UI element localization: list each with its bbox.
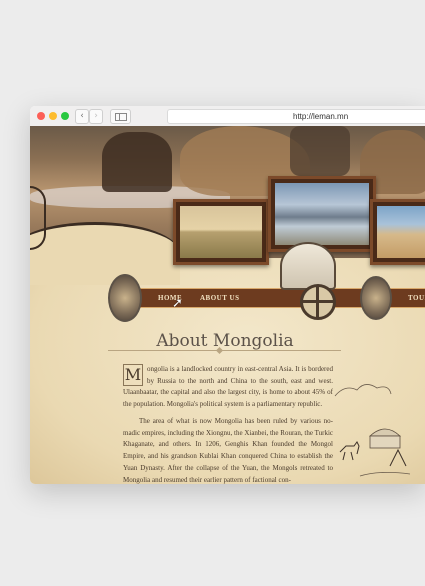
photo-frame-desert[interactable] bbox=[370, 199, 425, 265]
minimize-window-button[interactable] bbox=[49, 112, 57, 120]
url-text: http://leman.mn bbox=[293, 112, 349, 121]
yurt-logo-icon[interactable] bbox=[280, 242, 336, 290]
website-viewport: HOME ABOUT US TOUR ➚ About Mongolia M on… bbox=[30, 126, 425, 484]
sidebar-toggle-icon[interactable] bbox=[110, 109, 131, 124]
nav-left-ornament bbox=[108, 274, 142, 322]
drop-cap: M bbox=[123, 364, 143, 386]
article-paragraph-1: M ongolia is a landlocked country in eas… bbox=[123, 364, 333, 411]
title-divider bbox=[108, 350, 341, 351]
dharma-wheel-icon bbox=[300, 284, 336, 320]
photo-frame-yurts[interactable] bbox=[173, 199, 269, 265]
yurt-landscape-image bbox=[180, 206, 262, 258]
pointer-cursor-icon: ➚ bbox=[172, 296, 183, 311]
desert-landscape-image bbox=[377, 206, 425, 258]
forward-icon[interactable]: › bbox=[89, 109, 103, 124]
back-icon[interactable]: ‹ bbox=[75, 109, 89, 124]
nav-right-ornament bbox=[360, 276, 392, 320]
paragraph-1-text: ongolia is a landlocked country in east-… bbox=[123, 365, 333, 409]
banner-scroll-ornament bbox=[30, 186, 46, 250]
hero-people bbox=[290, 126, 350, 176]
page-title: About Mongolia bbox=[156, 331, 294, 351]
mountain-landscape-image bbox=[275, 183, 369, 245]
hero-horse-rider bbox=[102, 132, 172, 192]
browser-window: ‹ › http://leman.mn HOME ABOUT US TOUR bbox=[30, 106, 425, 484]
nav-tour-link[interactable]: TOUR bbox=[408, 289, 425, 307]
browser-titlebar: ‹ › http://leman.mn bbox=[30, 106, 425, 127]
maximize-window-button[interactable] bbox=[61, 112, 69, 120]
article-paragraph-2: The area of what is now Mongolia has bee… bbox=[123, 417, 333, 484]
address-bar[interactable]: http://leman.mn bbox=[167, 109, 425, 124]
nav-about-us-link[interactable]: ABOUT US bbox=[200, 289, 239, 307]
close-window-button[interactable] bbox=[37, 112, 45, 120]
photo-frame-mountains[interactable] bbox=[268, 176, 376, 252]
banner-ornate-edge bbox=[30, 222, 180, 285]
nomad-camp-sketch bbox=[334, 384, 411, 477]
